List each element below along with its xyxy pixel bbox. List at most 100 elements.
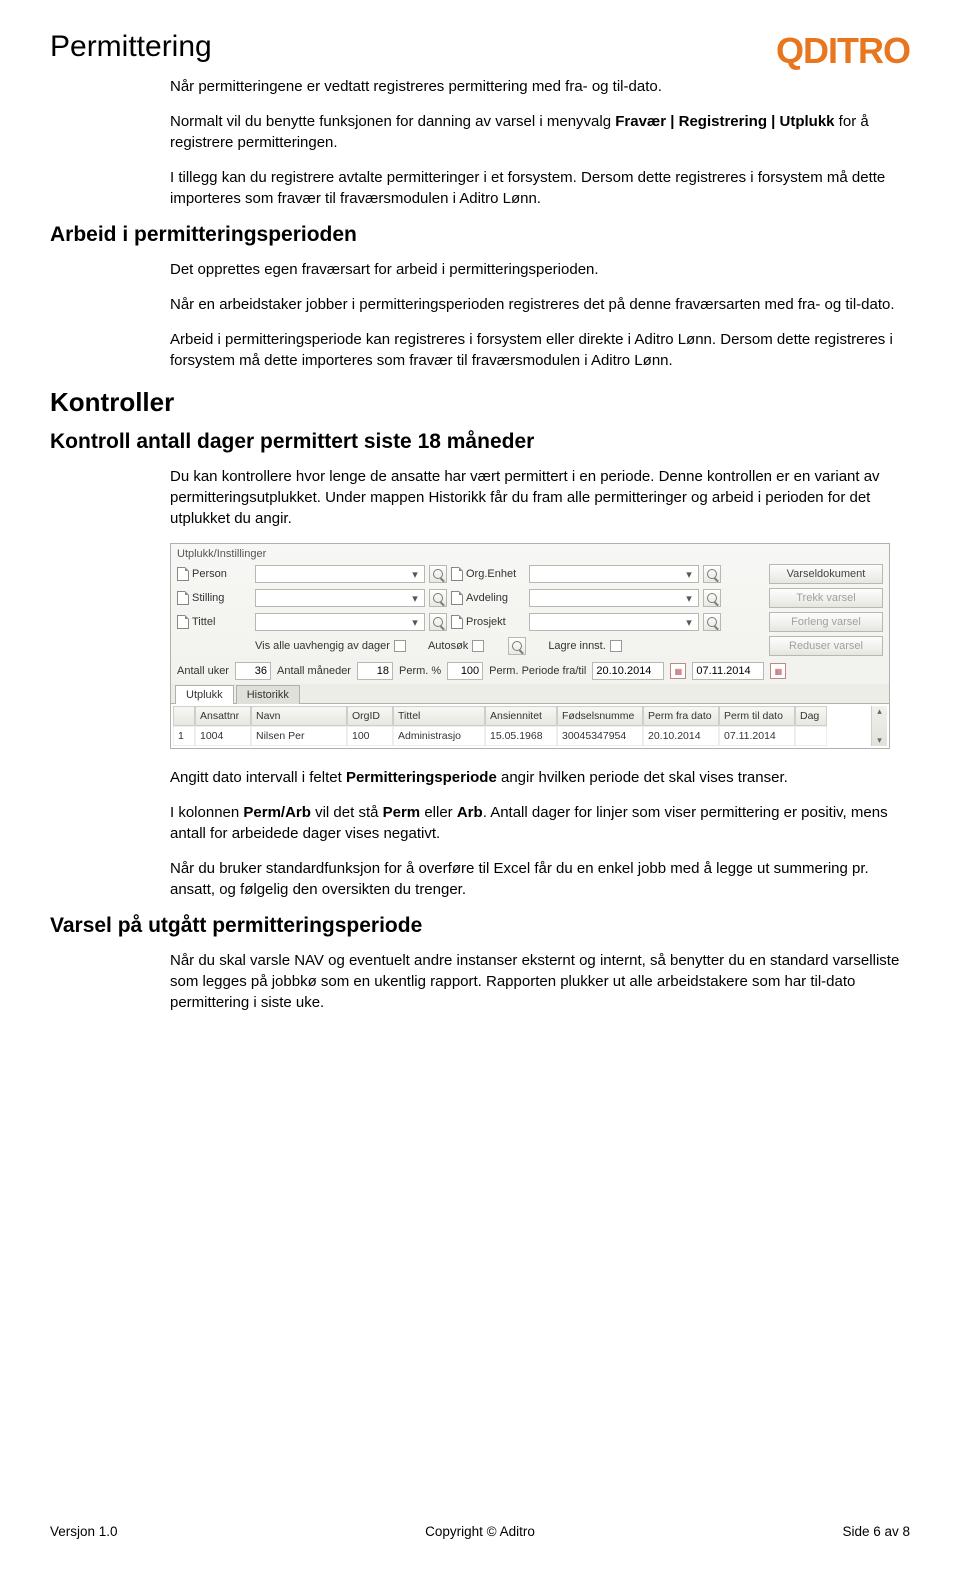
params-row: Antall uker Antall måneder Perm. % Perm.… [171, 658, 889, 684]
col-dag[interactable]: Dag [795, 706, 827, 726]
periode-til-input[interactable] [692, 662, 764, 680]
search-button[interactable] [429, 613, 447, 631]
cell-ansattnr: 1004 [195, 726, 251, 746]
trekk-varsel-button[interactable]: Trekk varsel [769, 588, 883, 608]
antall-uker-input[interactable] [235, 662, 271, 680]
col-orgid[interactable]: OrgID [347, 706, 393, 726]
doc-icon [451, 615, 463, 629]
search-button[interactable] [703, 613, 721, 631]
orgenhet-dropdown[interactable]: ▾ [529, 565, 699, 583]
vis-uavhengig-checkbox[interactable] [394, 640, 406, 652]
label-perm-periode: Perm. Periode fra/til [489, 665, 586, 677]
kontroll-p1: Du kan kontrollere hvor lenge de ansatte… [170, 466, 910, 529]
filter-row-1: Person ▾ Org.Enhet ▾ Varseldokument [171, 562, 889, 586]
search-icon [512, 641, 522, 651]
arbeid-p2: Når en arbeidstaker jobber i permitterin… [170, 294, 910, 315]
label-avdeling: Avdeling [466, 592, 508, 604]
reduser-varsel-button[interactable]: Reduser varsel [769, 636, 883, 656]
utplukk-panel: Utplukk/Instillinger Person ▾ Org.Enhet … [170, 543, 890, 749]
footer-page: Side 6 av 8 [842, 1524, 910, 1539]
col-ansiennitet[interactable]: Ansiennitet [485, 706, 557, 726]
person-dropdown[interactable]: ▾ [255, 565, 425, 583]
label-vis-uavhengig: Vis alle uavhengig av dager [255, 640, 390, 652]
heading-kontroller: Kontroller [50, 387, 960, 418]
kontroll-block: Du kan kontrollere hvor lenge de ansatte… [170, 462, 910, 529]
search-button[interactable] [703, 589, 721, 607]
cell-ansiennitet: 15.05.1968 [485, 726, 557, 746]
aditro-logo: QDITRO [776, 30, 910, 72]
table-row[interactable]: 1 1004 Nilsen Per 100 Administrasjo 15.0… [173, 726, 871, 746]
search-icon [433, 593, 443, 603]
antall-mnd-input[interactable] [357, 662, 393, 680]
chevron-down-icon: ▾ [408, 615, 422, 629]
avdeling-dropdown[interactable]: ▾ [529, 589, 699, 607]
prosjekt-dropdown[interactable]: ▾ [529, 613, 699, 631]
label-tittel: Tittel [192, 616, 215, 628]
col-tittel[interactable]: Tittel [393, 706, 485, 726]
cell-orgid: 100 [347, 726, 393, 746]
heading-varsel: Varsel på utgått permitteringsperiode [50, 914, 960, 938]
calendar-icon[interactable]: ▦ [770, 663, 786, 679]
filter-row-3: Tittel ▾ Prosjekt ▾ Forleng varsel [171, 610, 889, 634]
label-perm-pct: Perm. % [399, 665, 441, 677]
chevron-down-icon: ▾ [408, 591, 422, 605]
panel-title: Utplukk/Instillinger [171, 544, 889, 562]
col-perm-fra[interactable]: Perm fra dato [643, 706, 719, 726]
search-icon [707, 593, 717, 603]
tab-historikk[interactable]: Historikk [236, 685, 300, 704]
col-navn[interactable]: Navn [251, 706, 347, 726]
after-p3: Når du bruker standardfunksjon for å ove… [170, 858, 910, 900]
tabs-row: Utplukk Historikk [171, 684, 889, 704]
autosok-checkbox[interactable] [472, 640, 484, 652]
page-title: Permittering [50, 30, 212, 64]
heading-kontroll18: Kontroll antall dager permittert siste 1… [50, 430, 960, 454]
search-button[interactable] [429, 589, 447, 607]
arbeid-block: Det opprettes egen fraværsart for arbeid… [170, 255, 910, 371]
after-p1: Angitt dato intervall i feltet Permitter… [170, 767, 910, 788]
arbeid-p3: Arbeid i permitteringsperiode kan regist… [170, 329, 910, 371]
search-icon [433, 569, 443, 579]
grid-header: Ansattnr Navn OrgID Tittel Ansiennitet F… [173, 706, 871, 726]
after-grid-block: Angitt dato intervall i feltet Permitter… [170, 763, 910, 900]
search-icon [707, 617, 717, 627]
grid-area: Ansattnr Navn OrgID Tittel Ansiennitet F… [171, 704, 889, 748]
grid-scrollbar[interactable]: ▴ ▾ [871, 706, 887, 746]
cell-navn: Nilsen Per [251, 726, 347, 746]
perm-pct-input[interactable] [447, 662, 483, 680]
search-icon [707, 569, 717, 579]
label-antall-uker: Antall uker [177, 665, 229, 677]
varsel-block: Når du skal varsle NAV og eventuelt andr… [170, 946, 910, 1013]
stilling-dropdown[interactable]: ▾ [255, 589, 425, 607]
doc-icon [177, 615, 189, 629]
lagre-innst-checkbox[interactable] [610, 640, 622, 652]
cell-rownum: 1 [173, 726, 195, 746]
doc-icon [177, 591, 189, 605]
varsel-p1: Når du skal varsle NAV og eventuelt andr… [170, 950, 910, 1013]
label-prosjekt: Prosjekt [466, 616, 506, 628]
calendar-icon[interactable]: ▦ [670, 663, 686, 679]
chevron-down-icon: ▾ [682, 567, 696, 581]
footer-version: Versjon 1.0 [50, 1524, 118, 1539]
run-search-button[interactable] [508, 637, 526, 655]
intro-p3: I tillegg kan du registrere avtalte perm… [170, 167, 910, 209]
label-antall-mnd: Antall måneder [277, 665, 351, 677]
chevron-down-icon: ▾ [682, 615, 696, 629]
cell-perm-til: 07.11.2014 [719, 726, 795, 746]
after-p2: I kolonnen Perm/Arb vil det stå Perm ell… [170, 802, 910, 844]
search-button[interactable] [703, 565, 721, 583]
filter-row-2: Stilling ▾ Avdeling ▾ Trekk varsel [171, 586, 889, 610]
col-fnr[interactable]: Fødselsnumme [557, 706, 643, 726]
col-ansattnr[interactable]: Ansattnr [195, 706, 251, 726]
tab-utplukk[interactable]: Utplukk [175, 685, 234, 704]
label-lagre-innst: Lagre innst. [548, 640, 605, 652]
varseldokument-button[interactable]: Varseldokument [769, 564, 883, 584]
periode-fra-input[interactable] [592, 662, 664, 680]
scroll-up-icon: ▴ [877, 706, 882, 717]
page-footer: Versjon 1.0 Copyright © Aditro Side 6 av… [50, 1524, 910, 1539]
label-autosok: Autosøk [428, 640, 468, 652]
col-perm-til[interactable]: Perm til dato [719, 706, 795, 726]
forleng-varsel-button[interactable]: Forleng varsel [769, 612, 883, 632]
doc-icon [177, 567, 189, 581]
tittel-dropdown[interactable]: ▾ [255, 613, 425, 631]
search-button[interactable] [429, 565, 447, 583]
